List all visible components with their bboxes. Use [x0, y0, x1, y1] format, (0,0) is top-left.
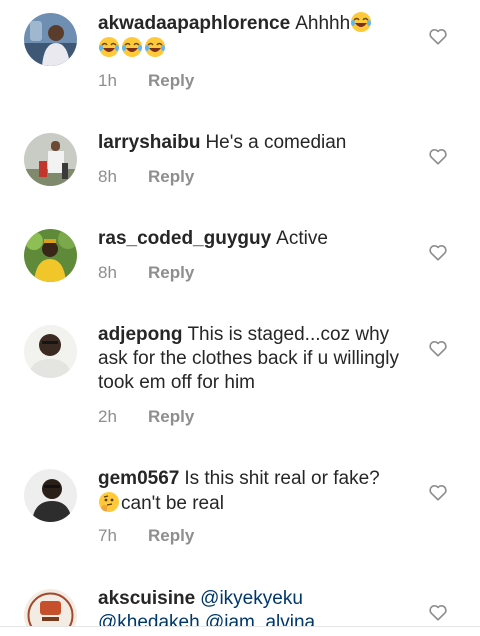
comment-item: akscuisine @ikyekyeku @khedakeh @iam_alvi…: [0, 0, 480, 627]
comment-text: akscuisine @ikyekyeku @khedakeh @iam_alvi…: [98, 587, 416, 627]
avatar[interactable]: [24, 589, 77, 627]
mention-link[interactable]: @khedakeh: [98, 612, 200, 627]
mention-link[interactable]: @ikyekyeku: [200, 588, 303, 609]
comment-username[interactable]: akscuisine: [98, 588, 195, 609]
heart-outline-icon[interactable]: [428, 603, 448, 621]
mention-link[interactable]: @iam_alvina: [205, 612, 315, 627]
bottom-divider: [0, 626, 480, 627]
